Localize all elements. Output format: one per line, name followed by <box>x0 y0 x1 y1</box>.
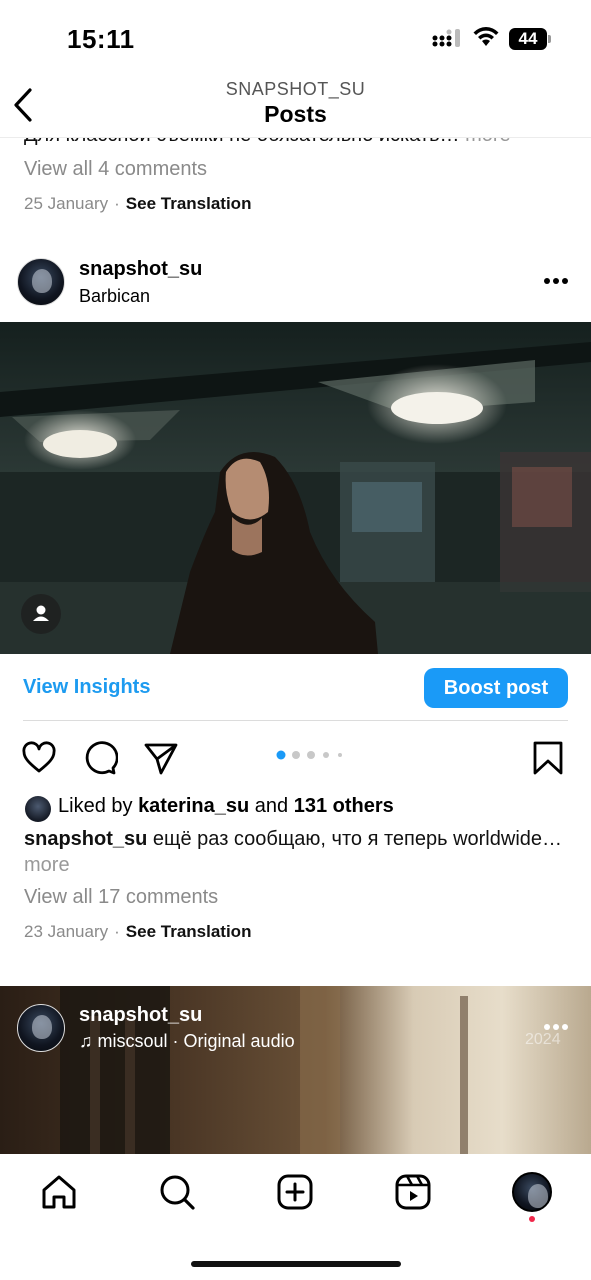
next-post-avatar[interactable] <box>17 1004 65 1052</box>
next-post-audio[interactable]: ♫ miscsoul · Original audio <box>79 1031 295 1052</box>
post-meta: 23 January · See Translation <box>24 922 252 941</box>
profile-avatar[interactable] <box>512 1172 552 1212</box>
caption-more[interactable]: more <box>24 854 70 876</box>
liked-by-user[interactable]: katerina_su <box>138 795 249 817</box>
battery-level: 44 <box>518 29 538 48</box>
next-more-options-icon[interactable] <box>543 1023 569 1031</box>
liker-avatar[interactable] <box>25 796 51 822</box>
status-time: 15:11 <box>67 24 135 54</box>
next-overlay-year: 2024 <box>525 1031 561 1048</box>
avatar[interactable] <box>17 258 65 306</box>
next-audio-label: miscsoul · Original audio <box>97 1031 295 1051</box>
save-bookmark-icon[interactable] <box>530 740 566 776</box>
caption-username[interactable]: snapshot_su <box>24 828 147 850</box>
cellular-signal-icon <box>432 29 460 47</box>
reels-icon[interactable] <box>393 1172 433 1212</box>
page-title: Posts <box>264 101 327 127</box>
wifi-icon <box>473 27 499 46</box>
boost-post-button[interactable]: Boost post <box>424 668 568 708</box>
music-note-icon: ♫ <box>79 1031 98 1051</box>
likes-summary[interactable]: Liked by katerina_su and 131 others <box>58 795 394 818</box>
post-header: snapshot_su Barbican <box>0 258 591 322</box>
share-icon[interactable] <box>143 740 179 776</box>
prev-view-comments-link[interactable]: View all 4 comments <box>24 158 207 181</box>
home-indicator <box>191 1261 401 1267</box>
post-photo[interactable] <box>0 322 591 654</box>
see-translation-link[interactable]: See Translation <box>126 922 252 941</box>
status-bar: 15:11 44 <box>0 0 591 72</box>
liked-by-prefix: Liked by <box>58 795 133 817</box>
more-options-icon[interactable] <box>543 277 569 285</box>
liked-by-and: and <box>254 795 289 817</box>
liked-by-others[interactable]: 131 others <box>294 795 394 817</box>
post-location[interactable]: Barbican <box>79 286 150 307</box>
notification-dot <box>529 1216 535 1222</box>
next-post-username[interactable]: snapshot_su <box>79 1004 202 1027</box>
like-heart-icon[interactable] <box>21 740 57 776</box>
photo-scene <box>0 322 591 654</box>
header-username: SNAPSHOT_SU <box>225 79 366 99</box>
home-icon[interactable] <box>39 1172 79 1212</box>
carousel-indicator <box>276 750 342 760</box>
caption-text: ещё раз сообщаю, что я теперь worldwide… <box>152 828 563 850</box>
view-insights-link[interactable]: View Insights <box>23 676 150 699</box>
view-comments-link[interactable]: View all 17 comments <box>24 886 218 909</box>
tagged-people-button[interactable] <box>21 594 61 634</box>
battery-icon: 44 <box>509 28 551 50</box>
prev-post-date: 25 January <box>24 194 109 213</box>
search-icon[interactable] <box>157 1172 197 1212</box>
post-caption[interactable]: snapshot_su ещё раз сообщаю, что я тепер… <box>24 826 564 878</box>
person-icon <box>33 605 49 621</box>
prev-see-translation-link[interactable]: See Translation <box>126 194 252 213</box>
divider <box>23 720 568 721</box>
post-username[interactable]: snapshot_su <box>79 258 202 281</box>
posts-header: SNAPSHOT_SU Posts <box>0 72 591 138</box>
prev-post-meta: 25 January · See Translation <box>24 194 252 213</box>
comment-icon[interactable] <box>82 740 118 776</box>
create-icon[interactable] <box>275 1172 315 1212</box>
post-date: 23 January <box>24 922 109 941</box>
